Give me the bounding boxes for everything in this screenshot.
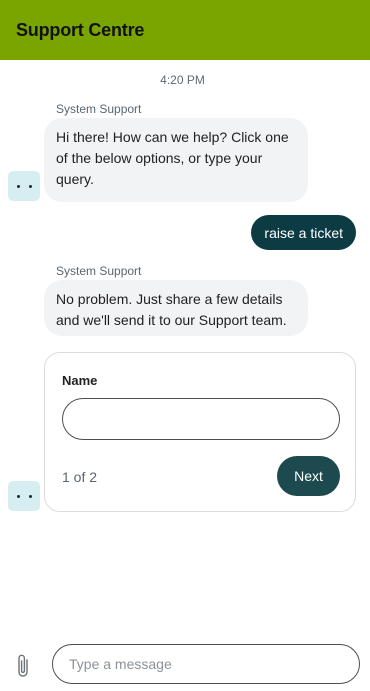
bot-avatar: [8, 481, 40, 511]
message-timestamp: 4:20 PM: [160, 73, 205, 87]
name-input[interactable]: [62, 398, 340, 440]
next-button[interactable]: Next: [277, 456, 340, 496]
message-input[interactable]: [52, 644, 360, 684]
bot-avatar: [8, 171, 40, 201]
avatar-eye-icon: [17, 495, 20, 498]
ticket-form-card: Name 1 of 2 Next: [44, 352, 356, 512]
message-composer: [0, 638, 370, 691]
sender-name: System Support: [56, 264, 142, 278]
avatar-eye-icon: [29, 495, 32, 498]
app-header: Support Centre: [0, 0, 370, 60]
paperclip-icon[interactable]: [14, 653, 34, 679]
bot-message-bubble: Hi there! How can we help? Click one of …: [44, 118, 308, 202]
avatar-eye-icon: [17, 185, 20, 188]
user-message-bubble: raise a ticket: [251, 215, 356, 250]
avatar-eye-icon: [29, 185, 32, 188]
bot-message-bubble: No problem. Just share a few details and…: [44, 280, 308, 336]
sender-name: System Support: [56, 102, 142, 116]
name-field-label: Name: [62, 373, 98, 388]
header-title: Support Centre: [16, 19, 145, 40]
form-pagination: 1 of 2: [62, 469, 98, 485]
